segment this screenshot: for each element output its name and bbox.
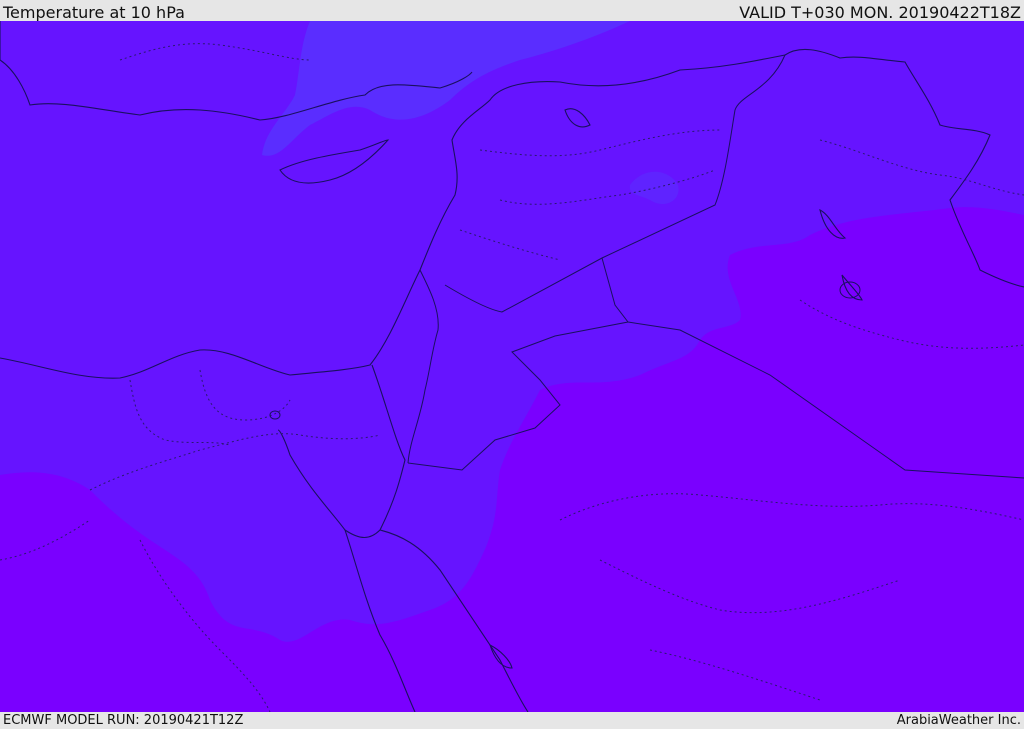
header-bar: Temperature at 10 hPa VALID T+030 MON. 2… <box>0 0 1024 22</box>
map-canvas <box>0 21 1024 712</box>
credit-label: ArabiaWeather Inc. <box>896 713 1021 728</box>
map-title: Temperature at 10 hPa <box>3 3 185 22</box>
model-run-label: ECMWF MODEL RUN: 20190421T12Z <box>3 713 244 728</box>
valid-time: VALID T+030 MON. 20190422T18Z <box>739 3 1021 22</box>
temperature-map[interactable] <box>0 21 1024 712</box>
footer-bar: ECMWF MODEL RUN: 20190421T12Z ArabiaWeat… <box>0 712 1024 729</box>
